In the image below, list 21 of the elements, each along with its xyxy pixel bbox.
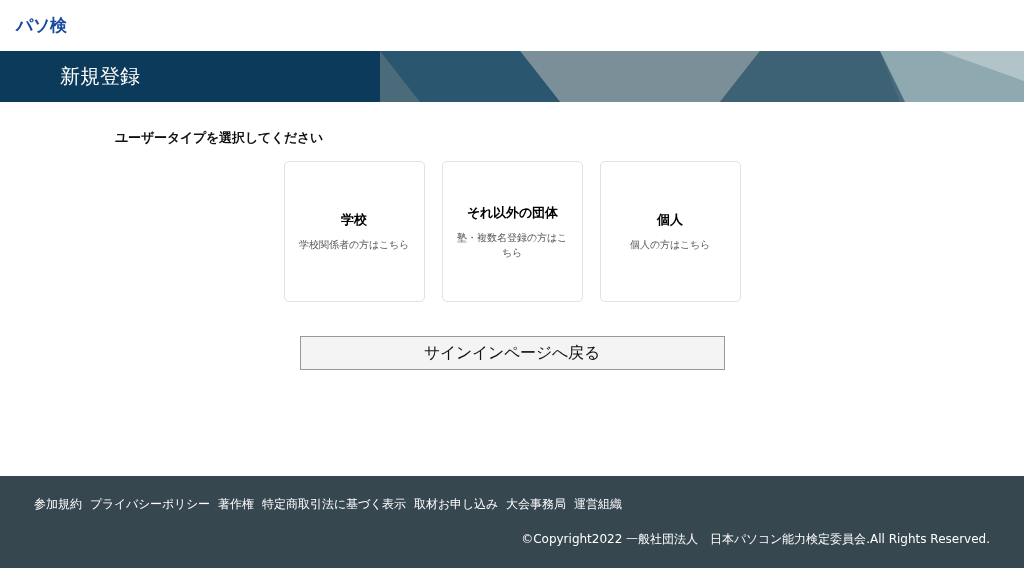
site-logo[interactable]: パソ検 <box>16 14 67 37</box>
section-heading: ユーザータイプを選択してください <box>115 129 324 147</box>
footer-link[interactable]: 大会事務局 <box>506 496 566 513</box>
page-title: 新規登録 <box>60 63 140 90</box>
card-description: 塾・複数名登録の方はこちら <box>456 230 568 260</box>
user-type-card[interactable]: それ以外の団体 塾・複数名登録の方はこちら <box>441 161 583 302</box>
back-button[interactable]: サインインページへ戻る <box>299 336 725 370</box>
card-title: それ以外の団体 <box>466 203 558 222</box>
footer-link[interactable]: 著作権 <box>218 496 254 513</box>
footer-link[interactable]: 取材お申し込み <box>414 496 498 513</box>
user-type-card[interactable]: 学校 学校関係者の方はこちら <box>283 161 425 302</box>
card-description: 学校関係者の方はこちら <box>299 238 409 252</box>
footer-link[interactable]: 特定商取引法に基づく表示 <box>262 496 406 513</box>
card-description: 個人の方はこちら <box>630 238 710 252</box>
user-type-card[interactable]: 個人 個人の方はこちら <box>599 161 741 302</box>
footer-link[interactable]: 運営組織 <box>574 496 622 513</box>
copyright-text: ©Copyright2022 一般社団法人 日本パソコン能力検定委員会.All Rights Reserved. <box>521 531 990 548</box>
footer-link[interactable]: 参加規約 <box>34 496 82 513</box>
card-title: 個人 <box>657 211 683 229</box>
footer-link[interactable]: プライバシーポリシー <box>90 496 210 513</box>
card-title: 学校 <box>341 211 367 229</box>
